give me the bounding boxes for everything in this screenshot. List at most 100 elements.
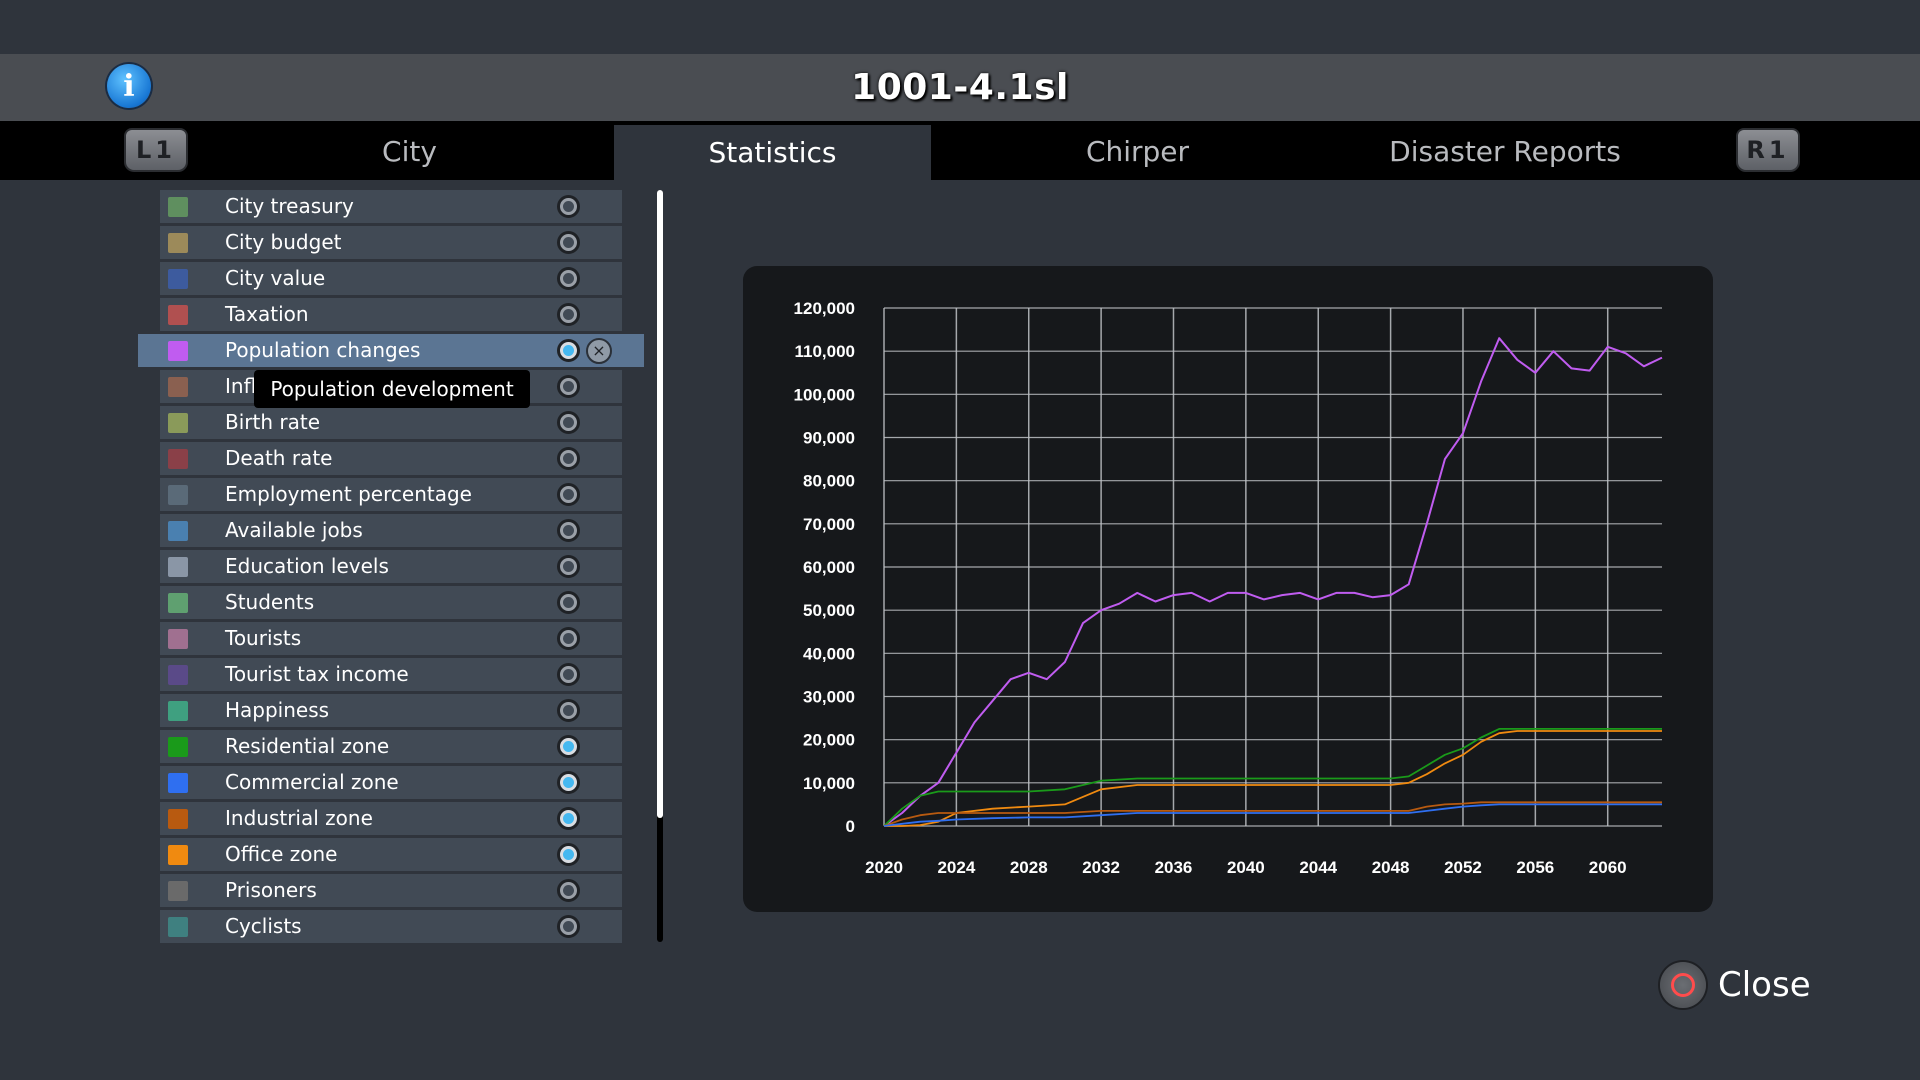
- close-button[interactable]: Close: [1660, 960, 1820, 1010]
- stat-label: City value: [225, 266, 326, 290]
- x-tick-label: 2020: [865, 858, 903, 877]
- l1-button[interactable]: L1: [124, 128, 188, 172]
- toggle-radio[interactable]: [557, 771, 580, 794]
- circle-button-icon: [1660, 962, 1706, 1008]
- y-tick-label: 90,000: [803, 429, 855, 448]
- toggle-radio[interactable]: [557, 231, 580, 254]
- toggle-radio[interactable]: [557, 447, 580, 470]
- stat-row-employment-percentage[interactable]: Employment percentage: [160, 478, 622, 511]
- toggle-radio[interactable]: [557, 879, 580, 902]
- toggle-radio[interactable]: [557, 483, 580, 506]
- x-icon[interactable]: ×: [586, 338, 612, 364]
- toggle-radio[interactable]: [557, 807, 580, 830]
- scrollbar-thumb[interactable]: [657, 190, 663, 818]
- color-swatch: [168, 521, 188, 541]
- color-swatch: [168, 701, 188, 721]
- toggle-radio[interactable]: [557, 411, 580, 434]
- toggle-radio[interactable]: [557, 375, 580, 398]
- color-swatch: [168, 377, 188, 397]
- stat-label: Available jobs: [225, 518, 363, 542]
- toggle-radio[interactable]: [557, 555, 580, 578]
- color-swatch: [168, 449, 188, 469]
- y-tick-label: 10,000: [803, 774, 855, 793]
- toggle-radio[interactable]: [557, 663, 580, 686]
- toggle-radio[interactable]: [557, 195, 580, 218]
- tab-disaster-reports[interactable]: Disaster Reports: [1330, 121, 1680, 180]
- stat-row-death-rate[interactable]: Death rate: [160, 442, 622, 475]
- toggle-radio[interactable]: [557, 915, 580, 938]
- x-tick-label: 2056: [1516, 858, 1554, 877]
- stat-row-education-levels[interactable]: Education levels: [160, 550, 622, 583]
- toggle-radio[interactable]: [557, 735, 580, 758]
- stat-label: Commercial zone: [225, 770, 399, 794]
- color-swatch: [168, 341, 188, 361]
- stat-label: Office zone: [225, 842, 338, 866]
- toggle-radio[interactable]: [557, 303, 580, 326]
- stat-row-available-jobs[interactable]: Available jobs: [160, 514, 622, 547]
- toggle-radio[interactable]: [557, 699, 580, 722]
- stat-row-happiness[interactable]: Happiness: [160, 694, 622, 727]
- tab-chirper[interactable]: Chirper: [965, 121, 1310, 180]
- stat-row-city-budget[interactable]: City budget: [160, 226, 622, 259]
- stat-label: City treasury: [225, 194, 354, 218]
- stat-row-population-changes[interactable]: Population changes ×: [138, 334, 644, 367]
- population-chart: 0 10,000 20,000 30,000 40,000 50,000 60,000 70,…: [794, 299, 1663, 877]
- stat-label: Tourists: [225, 626, 302, 650]
- stat-row-city-treasury[interactable]: City treasury: [160, 190, 622, 223]
- y-tick-label: 120,000: [794, 299, 855, 318]
- stat-label: Residential zone: [225, 734, 390, 758]
- toggle-radio[interactable]: [557, 843, 580, 866]
- stat-label: Taxation: [225, 302, 309, 326]
- stat-row-residential-zone[interactable]: Residential zone: [160, 730, 622, 763]
- color-swatch: [168, 917, 188, 937]
- tab-statistics[interactable]: Statistics: [614, 125, 931, 180]
- stat-label: Tourist tax income: [225, 662, 409, 686]
- stat-label: Students: [225, 590, 315, 614]
- x-tick-label: 2044: [1299, 858, 1337, 877]
- color-swatch: [168, 413, 188, 433]
- y-tick-label: 0: [846, 817, 855, 836]
- chart-panel: 0 10,000 20,000 30,000 40,000 50,000 60,000 70,…: [743, 266, 1713, 912]
- tab-city[interactable]: City: [237, 121, 582, 180]
- stat-row-birth-rate[interactable]: Birth rate: [160, 406, 622, 439]
- stat-label: Population changes: [225, 338, 421, 362]
- toggle-radio[interactable]: [557, 627, 580, 650]
- stat-label: Industrial zone: [225, 806, 373, 830]
- y-tick-label: 80,000: [803, 472, 855, 491]
- series-line-3: [883, 801, 1662, 827]
- stat-row-tourist-tax-income[interactable]: Tourist tax income: [160, 658, 622, 691]
- stat-row-cyclists[interactable]: Cyclists: [160, 910, 622, 943]
- toggle-radio[interactable]: [557, 519, 580, 542]
- x-tick-label: 2024: [937, 858, 975, 877]
- x-tick-label: 2032: [1082, 858, 1120, 877]
- x-tick-label: 2040: [1227, 858, 1265, 877]
- color-swatch: [168, 845, 188, 865]
- x-tick-label: 2052: [1444, 858, 1482, 877]
- y-tick-label: 100,000: [794, 385, 855, 404]
- stat-label: Death rate: [225, 446, 333, 470]
- color-swatch: [168, 773, 188, 793]
- stat-row-tourists[interactable]: Tourists: [160, 622, 622, 655]
- r1-button[interactable]: R1: [1736, 128, 1800, 172]
- y-tick-label: 50,000: [803, 601, 855, 620]
- stat-row-office-zone[interactable]: Office zone: [160, 838, 622, 871]
- y-tick-label: 30,000: [803, 688, 855, 707]
- stat-row-prisoners[interactable]: Prisoners: [160, 874, 622, 907]
- series-line-0: [883, 337, 1663, 827]
- x-tick-label: 2028: [1010, 858, 1048, 877]
- stat-row-commercial-zone[interactable]: Commercial zone: [160, 766, 622, 799]
- stat-row-industrial-zone[interactable]: Industrial zone: [160, 802, 622, 835]
- color-swatch: [168, 485, 188, 505]
- y-tick-label: 40,000: [803, 644, 855, 663]
- color-swatch: [168, 557, 188, 577]
- color-swatch: [168, 593, 188, 613]
- stat-row-city-value[interactable]: City value: [160, 262, 622, 295]
- toggle-radio[interactable]: [557, 591, 580, 614]
- stat-row-students[interactable]: Students: [160, 586, 622, 619]
- stat-label: City budget: [225, 230, 342, 254]
- color-swatch: [168, 197, 188, 217]
- toggle-radio[interactable]: [557, 267, 580, 290]
- toggle-radio[interactable]: [557, 339, 580, 362]
- stat-row-taxation[interactable]: Taxation: [160, 298, 622, 331]
- color-swatch: [168, 737, 188, 757]
